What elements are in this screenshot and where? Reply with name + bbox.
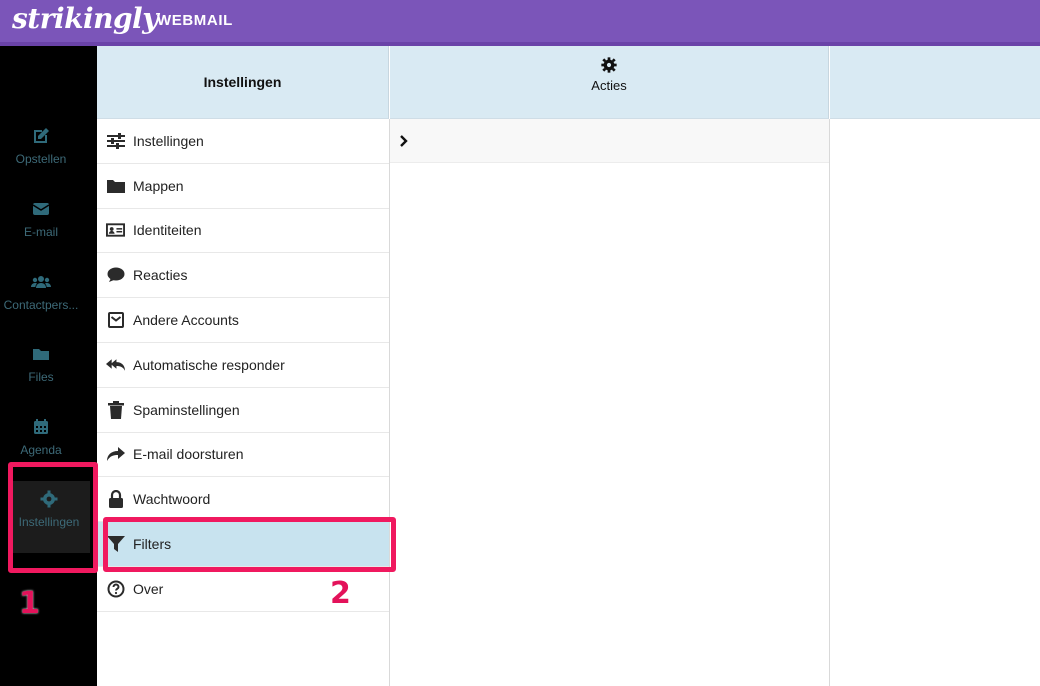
logo[interactable]: strikingly xyxy=(12,2,158,35)
nav-label: E-mail xyxy=(23,225,58,239)
annotation-box-2 xyxy=(103,517,396,572)
settings-item-andere-accounts[interactable]: Andere Accounts xyxy=(97,298,389,343)
settings-column-title: Instellingen xyxy=(203,74,282,90)
settings-item-label: Instellingen xyxy=(133,132,204,149)
app-title: WEBMAIL xyxy=(157,12,233,29)
settings-item-reacties[interactable]: Reacties xyxy=(97,253,389,299)
nav-compose[interactable]: Opstellen xyxy=(0,126,82,198)
annotation-number-2: 2 xyxy=(330,576,351,611)
settings-item-label: Mappen xyxy=(133,177,184,194)
reply-all-icon xyxy=(106,355,125,374)
calendar-icon xyxy=(34,419,48,434)
sliders-icon xyxy=(106,131,125,150)
filter-detail-pane xyxy=(830,119,1040,686)
envelope-square-icon xyxy=(106,311,125,330)
settings-item-label: E-mail doorsturen xyxy=(133,446,244,463)
left-nav: Opstellen E-mail Contactpers... Files Ag… xyxy=(0,46,97,686)
share-icon xyxy=(106,445,125,464)
preview-column-header xyxy=(830,46,1040,119)
settings-item-label: Andere Accounts xyxy=(133,312,239,329)
gear-icon xyxy=(601,57,617,73)
users-icon xyxy=(31,276,51,288)
folder-icon xyxy=(33,349,49,360)
nav-contacts[interactable]: Contactpers... xyxy=(0,272,82,344)
nav-label: Files xyxy=(28,370,54,384)
settings-item-label: Reacties xyxy=(133,267,188,284)
folder-icon xyxy=(106,176,125,195)
comment-icon xyxy=(106,266,125,285)
top-bar: strikingly WEBMAIL xyxy=(0,0,1040,46)
nav-label: Opstellen xyxy=(15,152,67,166)
edit-icon xyxy=(34,128,49,143)
trash-icon xyxy=(106,400,125,419)
settings-item-label: Over xyxy=(133,580,164,597)
nav-files[interactable]: Files xyxy=(0,344,82,416)
actions-label: Acties xyxy=(591,78,627,93)
settings-item-mappen[interactable]: Mappen xyxy=(97,164,389,209)
settings-item-label: Identiteiten xyxy=(133,222,202,239)
envelope-icon xyxy=(32,203,50,215)
settings-item-instellingen[interactable]: Instellingen xyxy=(97,119,389,164)
annotation-box-1 xyxy=(8,462,98,573)
settings-item-automatische-responder[interactable]: Automatische responder xyxy=(97,343,389,388)
nav-label: Agenda xyxy=(20,443,62,457)
settings-item-email-doorsturen[interactable]: E-mail doorsturen xyxy=(97,433,389,478)
filters-list-pane xyxy=(390,119,830,686)
nav-email[interactable]: E-mail xyxy=(0,199,82,271)
settings-item-label: Wachtwoord xyxy=(133,491,211,508)
settings-item-label: Spaminstellingen xyxy=(133,401,240,418)
annotation-number-1: 1 xyxy=(19,586,40,621)
nav-label: Contactpers... xyxy=(3,298,79,312)
actions-column-header: Acties xyxy=(390,46,829,119)
lock-icon xyxy=(106,490,125,509)
settings-item-spaminstellingen[interactable]: Spaminstellingen xyxy=(97,388,389,433)
settings-item-wachtwoord[interactable]: Wachtwoord xyxy=(97,477,389,523)
chevron-right-icon[interactable] xyxy=(399,134,409,147)
filter-row[interactable] xyxy=(390,119,829,163)
question-circle-icon xyxy=(106,579,125,598)
id-card-icon xyxy=(106,221,125,240)
settings-item-label: Automatische responder xyxy=(133,356,285,373)
settings-column-header: Instellingen xyxy=(97,46,389,119)
actions-button[interactable]: Acties xyxy=(390,56,828,93)
settings-item-identiteiten[interactable]: Identiteiten xyxy=(97,209,389,254)
